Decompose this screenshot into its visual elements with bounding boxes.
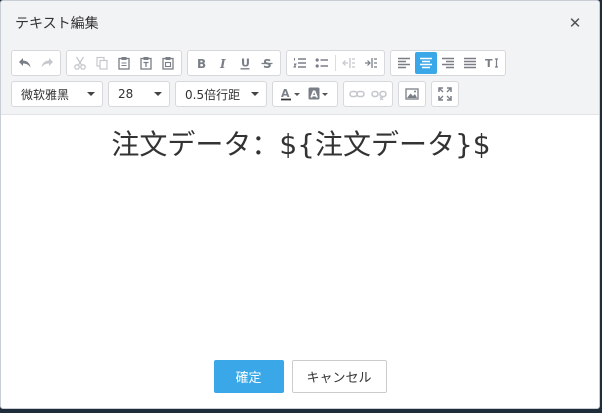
fullscreen-icon[interactable] [434, 83, 456, 105]
align-left-icon[interactable] [393, 52, 415, 74]
clipboard-group [66, 50, 182, 76]
cut-icon[interactable] [69, 52, 91, 74]
paste-icon[interactable] [113, 52, 135, 74]
ordered-list-icon[interactable] [289, 52, 311, 74]
font-family-value: 微软雅黑 [21, 87, 70, 102]
color-group: A A [272, 81, 338, 107]
editor-area[interactable]: 注文データ：${注文データ}$ [1, 117, 599, 347]
paste-text-icon[interactable] [135, 52, 157, 74]
bold-icon[interactable]: B [190, 52, 212, 74]
text-direction-icon[interactable]: T [481, 52, 503, 74]
align-group: T [390, 50, 506, 76]
align-justify-icon[interactable] [459, 52, 481, 74]
align-right-icon[interactable] [437, 52, 459, 74]
svg-text:I: I [219, 57, 226, 70]
link-icon[interactable] [346, 83, 368, 105]
align-center-icon[interactable] [415, 52, 437, 74]
image-group [398, 81, 426, 107]
strikethrough-icon[interactable]: S [256, 52, 278, 74]
redo-icon[interactable] [36, 52, 58, 74]
dialog-titlebar: テキスト編集 ✕ [1, 1, 599, 45]
cancel-button[interactable]: キャンセル [291, 360, 387, 393]
outdent-icon[interactable] [338, 52, 360, 74]
history-group [11, 50, 61, 76]
svg-text:B: B [197, 57, 206, 70]
editor-content[interactable]: 注文データ：${注文データ}$ [1, 127, 599, 163]
svg-text:U: U [241, 57, 250, 70]
chevron-down-icon [154, 92, 162, 96]
font-size-select[interactable]: 28 [108, 81, 170, 107]
svg-text:A: A [310, 90, 318, 101]
line-spacing-value: 0.5倍行距 [185, 87, 241, 102]
text-style-group: B I U S [187, 50, 281, 76]
dialog-title: テキスト編集 [15, 16, 99, 32]
text-edit-dialog: テキスト編集 ✕ B I U S T 微软雅黑 28 0.5倍行距 A A 注文… [0, 0, 600, 409]
font-color-icon[interactable]: A [277, 83, 305, 105]
toolbar-row-1: B I U S T [11, 49, 591, 77]
list-indent-group [286, 50, 385, 76]
chevron-down-icon [251, 92, 259, 96]
font-size-value: 28 [118, 87, 134, 101]
italic-icon[interactable]: I [212, 52, 234, 74]
dialog-footer: 確定 キャンセル [1, 360, 599, 393]
toolbar-row-2: 微软雅黑 28 0.5倍行距 A A [11, 80, 591, 108]
undo-icon[interactable] [14, 52, 36, 74]
fullscreen-group [431, 81, 459, 107]
font-family-select[interactable]: 微软雅黑 [11, 81, 103, 107]
svg-text:A: A [281, 87, 290, 100]
background-color-icon[interactable]: A [305, 83, 333, 105]
unordered-list-icon[interactable] [311, 52, 333, 74]
toolbar-separator [335, 55, 336, 71]
link-group [343, 81, 393, 107]
paste-word-icon[interactable] [157, 52, 179, 74]
underline-icon[interactable]: U [234, 52, 256, 74]
svg-text:T: T [485, 57, 493, 70]
copy-icon[interactable] [91, 52, 113, 74]
image-icon[interactable] [401, 83, 423, 105]
close-icon[interactable]: ✕ [567, 15, 583, 31]
line-spacing-select[interactable]: 0.5倍行距 [175, 81, 267, 107]
indent-icon[interactable] [360, 52, 382, 74]
unlink-icon[interactable] [368, 83, 390, 105]
editor-toolbar: B I U S T 微软雅黑 28 0.5倍行距 A A [1, 45, 599, 115]
chevron-down-icon [87, 92, 95, 96]
confirm-button[interactable]: 確定 [213, 360, 284, 393]
